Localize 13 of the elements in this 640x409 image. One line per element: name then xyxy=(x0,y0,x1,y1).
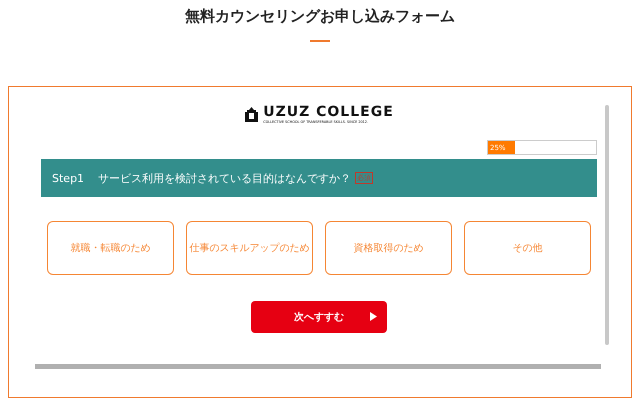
play-icon xyxy=(370,312,377,321)
option-button[interactable]: 仕事のスキルアップのため xyxy=(186,221,313,275)
step-label: Step1 xyxy=(52,172,84,184)
logo-name: UZUZ COLLEGE xyxy=(263,105,394,120)
next-button[interactable]: 次へすすむ xyxy=(251,301,387,333)
horizontal-scrollbar[interactable] xyxy=(35,364,601,369)
vertical-scrollbar[interactable] xyxy=(605,105,609,345)
option-button[interactable]: 資格取得のため xyxy=(325,221,452,275)
option-button[interactable]: その他 xyxy=(464,221,591,275)
building-icon xyxy=(244,107,260,122)
option-button[interactable]: 就職・転職のため xyxy=(47,221,174,275)
question-text: サービス利用を検討されている目的はなんですか？ xyxy=(98,170,352,186)
page-title: 無料カウンセリングお申し込みフォーム xyxy=(185,6,455,26)
